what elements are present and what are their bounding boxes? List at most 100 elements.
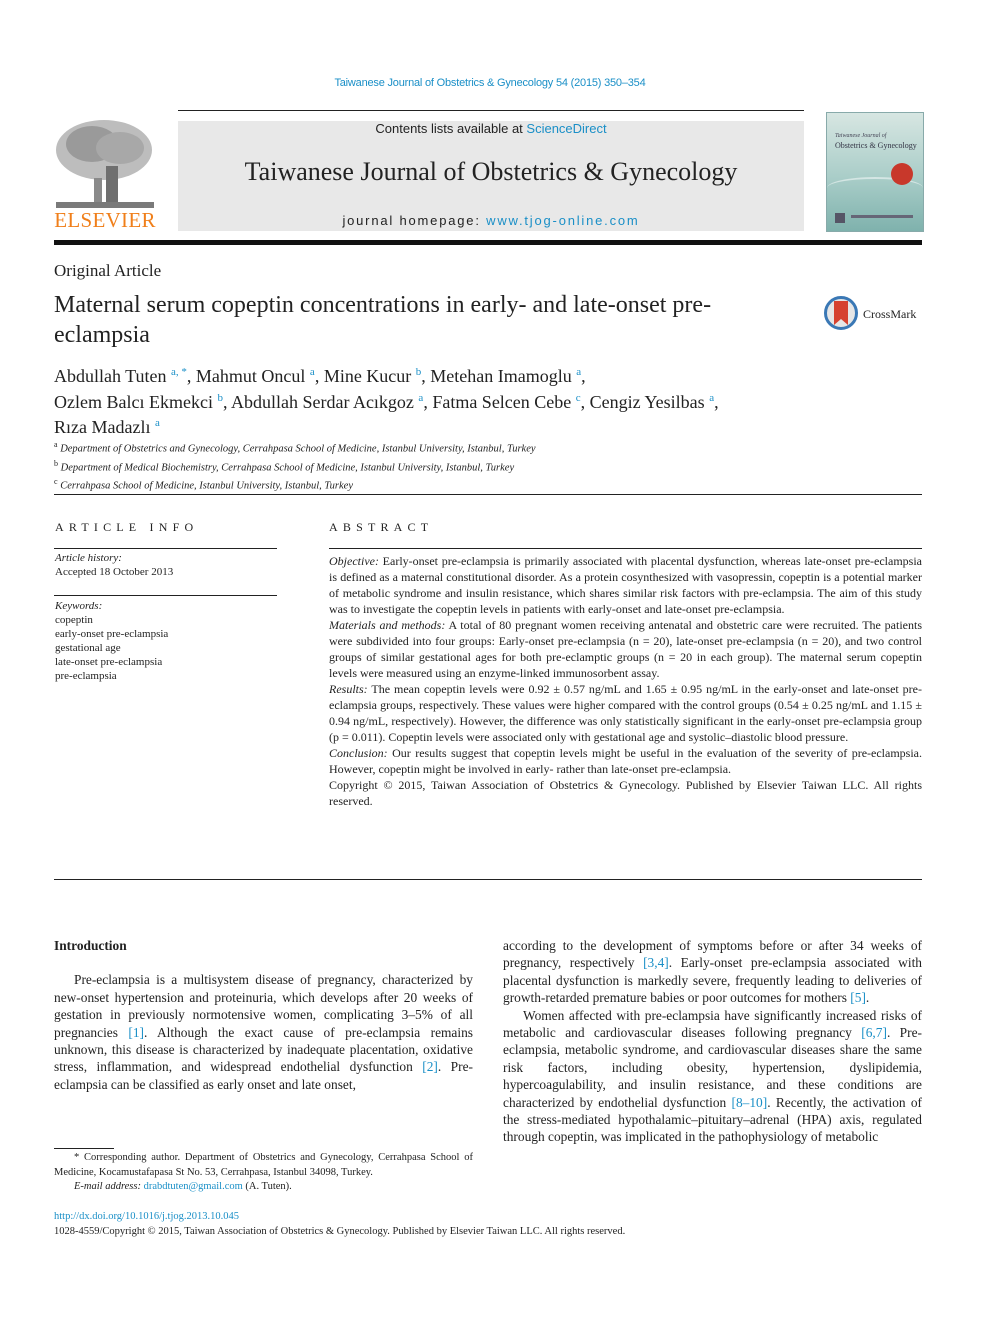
body-column-left: Introduction Pre-eclampsia is a multisys… [54,937,473,1093]
author-name: Cengiz Yesilbas [589,391,705,412]
author-affil-link[interactable]: a, * [171,366,187,378]
author-sep: , [222,391,231,412]
header-thick-rule [54,240,922,245]
crossmark-button[interactable]: CrossMark [824,296,924,336]
contents-prefix: Contents lists available at [375,121,527,136]
affiliation-text: Department of Medical Biochemistry, Cerr… [60,462,515,473]
introduction-heading: Introduction [54,938,127,953]
author-list: Abdullah Tuten a, *, Mahmut Oncul a, Min… [54,362,874,439]
keyword: gestational age [55,642,121,654]
article-type: Original Article [54,261,162,280]
article-info-rule [54,548,277,549]
citation-link[interactable]: [1] [128,1025,144,1040]
author[interactable]: Metehan Imamoglu a [430,366,581,386]
author[interactable]: Abdullah Serdar Acıkgoz a [231,392,423,412]
cover-subtitle: Taiwanese Journal of [835,133,887,139]
footnote-rule [54,1148,114,1149]
author-name: Abdullah Serdar Acıkgoz [230,391,414,412]
citation-link[interactable]: [5] [850,990,866,1005]
homepage-link[interactable]: www.tjog-online.com [486,213,639,228]
author-sep: , [186,366,196,386]
body-paragraph: according to the development of symptoms… [503,937,922,1007]
elsevier-logo[interactable]: ELSEVIER [54,118,156,233]
journal-title: Taiwanese Journal of Obstetrics & Gyneco… [244,157,738,186]
keyword: pre-eclampsia [55,670,117,682]
contents-line: Contents lists available at ScienceDirec… [178,121,804,136]
abstract-copyright: Copyright © 2015, Taiwan Association of … [329,778,922,808]
email-link[interactable]: drabdtuten@gmail.com [144,1181,243,1192]
history-label: Article history: [55,552,122,564]
author-affil-link[interactable]: a [155,417,160,429]
citation-link[interactable]: [6,7] [861,1025,887,1040]
elsevier-wordmark: ELSEVIER [54,208,156,232]
journal-banner: Contents lists available at ScienceDirec… [178,121,804,231]
abstract-methods: Materials and methods: A total of 80 pre… [329,617,922,681]
author[interactable]: Rıza Madazlı a [54,417,160,437]
author-sep: , [423,391,433,412]
affiliation: c Cerrahpasa School of Medicine, Istanbu… [54,475,914,494]
doi-link[interactable]: http://dx.doi.org/10.1016/j.tjog.2013.10… [54,1211,239,1222]
author-sep: , [581,366,586,386]
author-name: Rıza Madazlı [54,417,151,437]
author[interactable]: Abdullah Tuten a, * [54,366,187,386]
results-text: The mean copeptin levels were 0.92 ± 0.5… [329,682,922,744]
conclusion-label: Conclusion: [329,746,388,760]
affiliations: a Department of Obstetrics and Gynecolog… [54,438,914,494]
article-info-heading: ARTICLE INFO [55,520,199,534]
email-label: E-mail address: [74,1181,144,1192]
abstract-conclusion: Conclusion: Our results suggest that cop… [329,745,922,777]
email-line: E-mail address: drabdtuten@gmail.com (A.… [54,1180,473,1195]
affiliation-marker: c [54,477,58,486]
author-name: Mahmut Oncul [195,366,306,386]
abstract-results: Results: The mean copeptin levels were 0… [329,681,922,745]
author-sep: , [314,366,324,386]
keywords-label: Keywords: [55,600,103,612]
abstract-rule [329,548,922,549]
author-name: Fatma Selcen Cebe [432,391,572,412]
author[interactable]: Mahmut Oncul a [196,366,315,386]
cover-publisher-icon [835,213,845,223]
corresponding-author-footnote: * Corresponding author. Department of Ob… [54,1151,473,1195]
author[interactable]: Cengiz Yesilbas a [590,392,714,412]
author-sep: , [714,391,719,412]
author-sep: , [421,366,431,386]
footer-copyright: 1028-4559/Copyright © 2015, Taiwan Assoc… [54,1226,626,1237]
affiliation-text: Cerrahpasa School of Medicine, Istanbul … [60,480,353,492]
keyword: copeptin [55,614,93,626]
citation-link[interactable]: [8–10] [732,1095,768,1110]
objective-label: Objective: [329,554,379,568]
body-paragraph: Women affected with pre-eclampsia have s… [503,1007,922,1146]
abstract-end-rule [54,879,922,880]
crossmark-label: CrossMark [863,307,917,321]
author[interactable]: Fatma Selcen Cebe c [432,392,580,412]
cover-title: Obstetrics & Gynecology [835,141,917,150]
cover-publisher-text [851,215,913,218]
citation-link[interactable]: [2] [422,1059,438,1074]
author-name: Mine Kucur [323,366,412,386]
methods-label: Materials and methods: [329,618,446,632]
author[interactable]: Ozlem Balcı Ekmekci b [54,392,223,412]
body-paragraph: Pre-eclampsia is a multisystem disease o… [54,971,473,1093]
affiliation: a Department of Obstetrics and Gynecolog… [54,438,914,457]
journal-cover[interactable]: Taiwanese Journal of Obstetrics & Gyneco… [826,112,924,232]
body-text: . [865,990,870,1006]
sciencedirect-link[interactable]: ScienceDirect [526,121,606,136]
author-name: Ozlem Balcı Ekmekci [54,391,213,412]
cover-seal-icon [891,163,913,185]
author[interactable]: Mine Kucur b [324,366,421,386]
body-column-right: according to the development of symptoms… [503,937,922,1146]
author-sep: , [580,391,590,412]
abstract-body: Objective: Early-onset pre-eclampsia is … [329,553,922,809]
corresponding-text: * Corresponding author. Department of Ob… [54,1152,473,1178]
keyword: early-onset pre-eclampsia [55,628,169,640]
email-suffix: (A. Tuten). [242,1181,292,1192]
affiliation-marker: b [54,458,58,468]
results-label: Results: [329,682,368,696]
citation-link[interactable]: [3,4] [643,955,669,970]
article-info-rule [54,595,277,596]
history-value: Accepted 18 October 2013 [55,566,174,578]
abstract-objective: Objective: Early-onset pre-eclampsia is … [329,553,922,617]
running-head[interactable]: Taiwanese Journal of Obstetrics & Gyneco… [0,77,980,89]
affiliation-text: Department of Obstetrics and Gynecology,… [60,443,536,455]
section-rule [54,494,922,495]
